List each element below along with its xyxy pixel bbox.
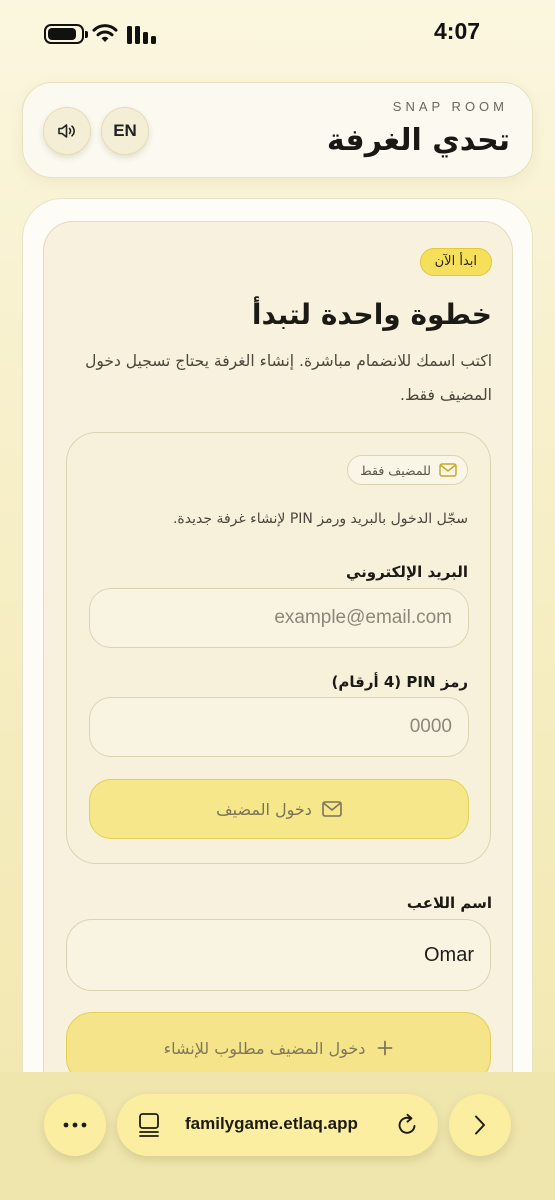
email-label: البريد الإلكتروني <box>346 563 468 581</box>
player-name-label: اسم اللاعب <box>406 894 492 912</box>
chevron-right-icon <box>475 1115 485 1135</box>
pin-label: رمز PIN (4 أرقام) <box>331 673 468 691</box>
host-only-pill: للمضيف فقط <box>347 455 468 485</box>
more-icon <box>63 1122 87 1128</box>
status-bar: 4:07 <box>0 0 555 66</box>
player-name-input[interactable]: Omar <box>66 919 491 991</box>
host-pill-label: للمضيف فقط <box>360 462 431 478</box>
main-card: ابدأ الآن خطوة واحدة لتبدأ اكتب اسمك للا… <box>22 198 533 1158</box>
panel-description: اكتب اسمك للانضمام مباشرة. إنشاء الغرفة … <box>85 352 492 404</box>
pin-field[interactable] <box>89 697 469 757</box>
host-login-label: دخول المضيف <box>216 799 312 819</box>
forward-button[interactable] <box>449 1094 511 1156</box>
tabs-icon <box>139 1113 159 1137</box>
address-bar[interactable]: familygame.etlaq.app <box>117 1094 438 1156</box>
browser-toolbar: familygame.etlaq.app <box>0 1072 555 1200</box>
panel-headline: خطوة واحدة لتبدأ <box>251 298 492 331</box>
speaker-icon <box>58 124 75 138</box>
brand-label: SNAP ROOM <box>392 99 508 114</box>
plus-icon <box>378 1040 393 1056</box>
app-title: تحدي الغرفة <box>326 123 510 158</box>
app-header: EN SNAP ROOM تحدي الغرفة <box>22 82 533 178</box>
start-panel: ابدأ الآن خطوة واحدة لتبدأ اكتب اسمك للا… <box>43 221 513 1121</box>
wifi-icon <box>92 24 118 42</box>
sound-toggle-button[interactable] <box>43 107 91 155</box>
language-button[interactable]: EN <box>101 107 149 155</box>
host-description: سجّل الدخول بالبريد ورمز PIN لإنشاء غرفة… <box>172 511 468 527</box>
reload-icon[interactable] <box>395 1112 419 1138</box>
mail-icon <box>322 801 342 817</box>
mail-icon <box>439 463 457 477</box>
create-room-label: دخول المضيف مطلوب للإنشاء <box>163 1038 366 1058</box>
start-badge: ابدأ الآن <box>419 248 492 276</box>
url-text: familygame.etlaq.app <box>185 1114 358 1133</box>
email-field[interactable] <box>89 588 469 648</box>
status-time: 4:07 <box>434 18 481 44</box>
battery-icon <box>44 24 88 44</box>
more-button[interactable] <box>44 1094 106 1156</box>
host-login-section: للمضيف فقط سجّل الدخول بالبريد ورمز PIN … <box>66 432 491 864</box>
host-login-button[interactable]: دخول المضيف <box>89 779 469 839</box>
signal-icon <box>127 24 157 44</box>
